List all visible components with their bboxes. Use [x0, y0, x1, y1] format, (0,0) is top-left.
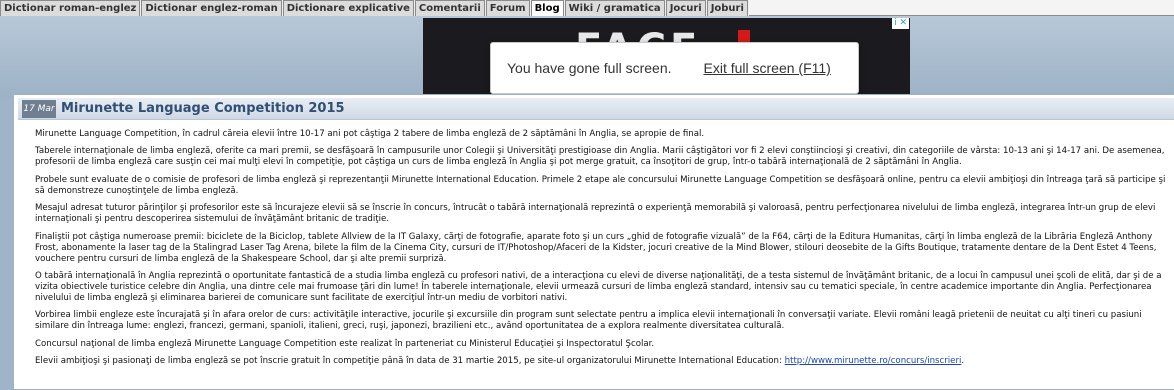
tab-blog[interactable]: Blog — [530, 0, 564, 16]
fullscreen-message: You have gone full screen. — [507, 60, 672, 76]
content-panel: 17 Mar Mirunette Language Competition 20… — [13, 94, 1174, 390]
last-paragraph-end: . — [961, 356, 965, 367]
top-nav-tabs: Dictionar roman-englez Dictionar englez-… — [0, 0, 1174, 16]
registration-link[interactable]: http://www.mirunette.ro/concurs/inscrier… — [785, 356, 962, 366]
post-title[interactable]: Mirunette Language Competition 2015 — [61, 100, 345, 118]
post-paragraph: Vorbirea limbii engleze este încurajată … — [35, 310, 1142, 332]
tab-comentarii[interactable]: Comentarii — [414, 0, 485, 16]
tab-forum[interactable]: Forum — [485, 0, 530, 16]
post-body: Mirunette Language Competition, în cadru… — [35, 129, 1171, 374]
last-paragraph-text: Elevii ambiţioşi şi pasionaţi de limba e… — [35, 356, 785, 367]
post-paragraph: Taberele internaţionale de limba engleză… — [35, 146, 1165, 168]
tabbar-filler — [748, 0, 1174, 16]
tab-joburi[interactable]: Joburi — [706, 0, 748, 16]
post-header: 17 Mar Mirunette Language Competition 20… — [18, 98, 1174, 120]
post-paragraph-last: Elevii ambiţioşi şi pasionaţi de limba e… — [35, 356, 1171, 367]
ad-choices-icon[interactable]: i ✕ — [892, 18, 909, 29]
post-paragraph: Mirunette Language Competition, în cadru… — [35, 129, 705, 139]
post-paragraph: Probele sunt evaluate de o comisie de pr… — [35, 174, 1166, 196]
post-paragraph: Concursul naţional de limba engleză Miru… — [35, 338, 655, 349]
post-date-badge: 17 Mar — [22, 100, 56, 118]
tab-dictionar-englez-roman[interactable]: Dictionar englez-roman — [141, 0, 282, 16]
post-paragraph: O tabără internaţională în Anglia reprez… — [35, 270, 1162, 303]
post-paragraph: Finaliştii pot câştiga numeroase premii:… — [35, 231, 1157, 264]
tab-jocuri[interactable]: Jocuri — [665, 0, 706, 16]
exit-fullscreen-link[interactable]: Exit full screen (F11) — [704, 60, 831, 76]
tab-dictionar-roman-englez[interactable]: Dictionar roman-englez — [0, 0, 141, 16]
fullscreen-notification: You have gone full screen. Exit full scr… — [490, 42, 859, 94]
tab-wiki-gramatica[interactable]: Wiki / gramatica — [564, 0, 665, 16]
post-paragraph: Mesajul adresat tuturor părinţilor şi pr… — [35, 203, 1156, 225]
tab-dictionare-explicative[interactable]: Dictionare explicative — [282, 0, 414, 16]
